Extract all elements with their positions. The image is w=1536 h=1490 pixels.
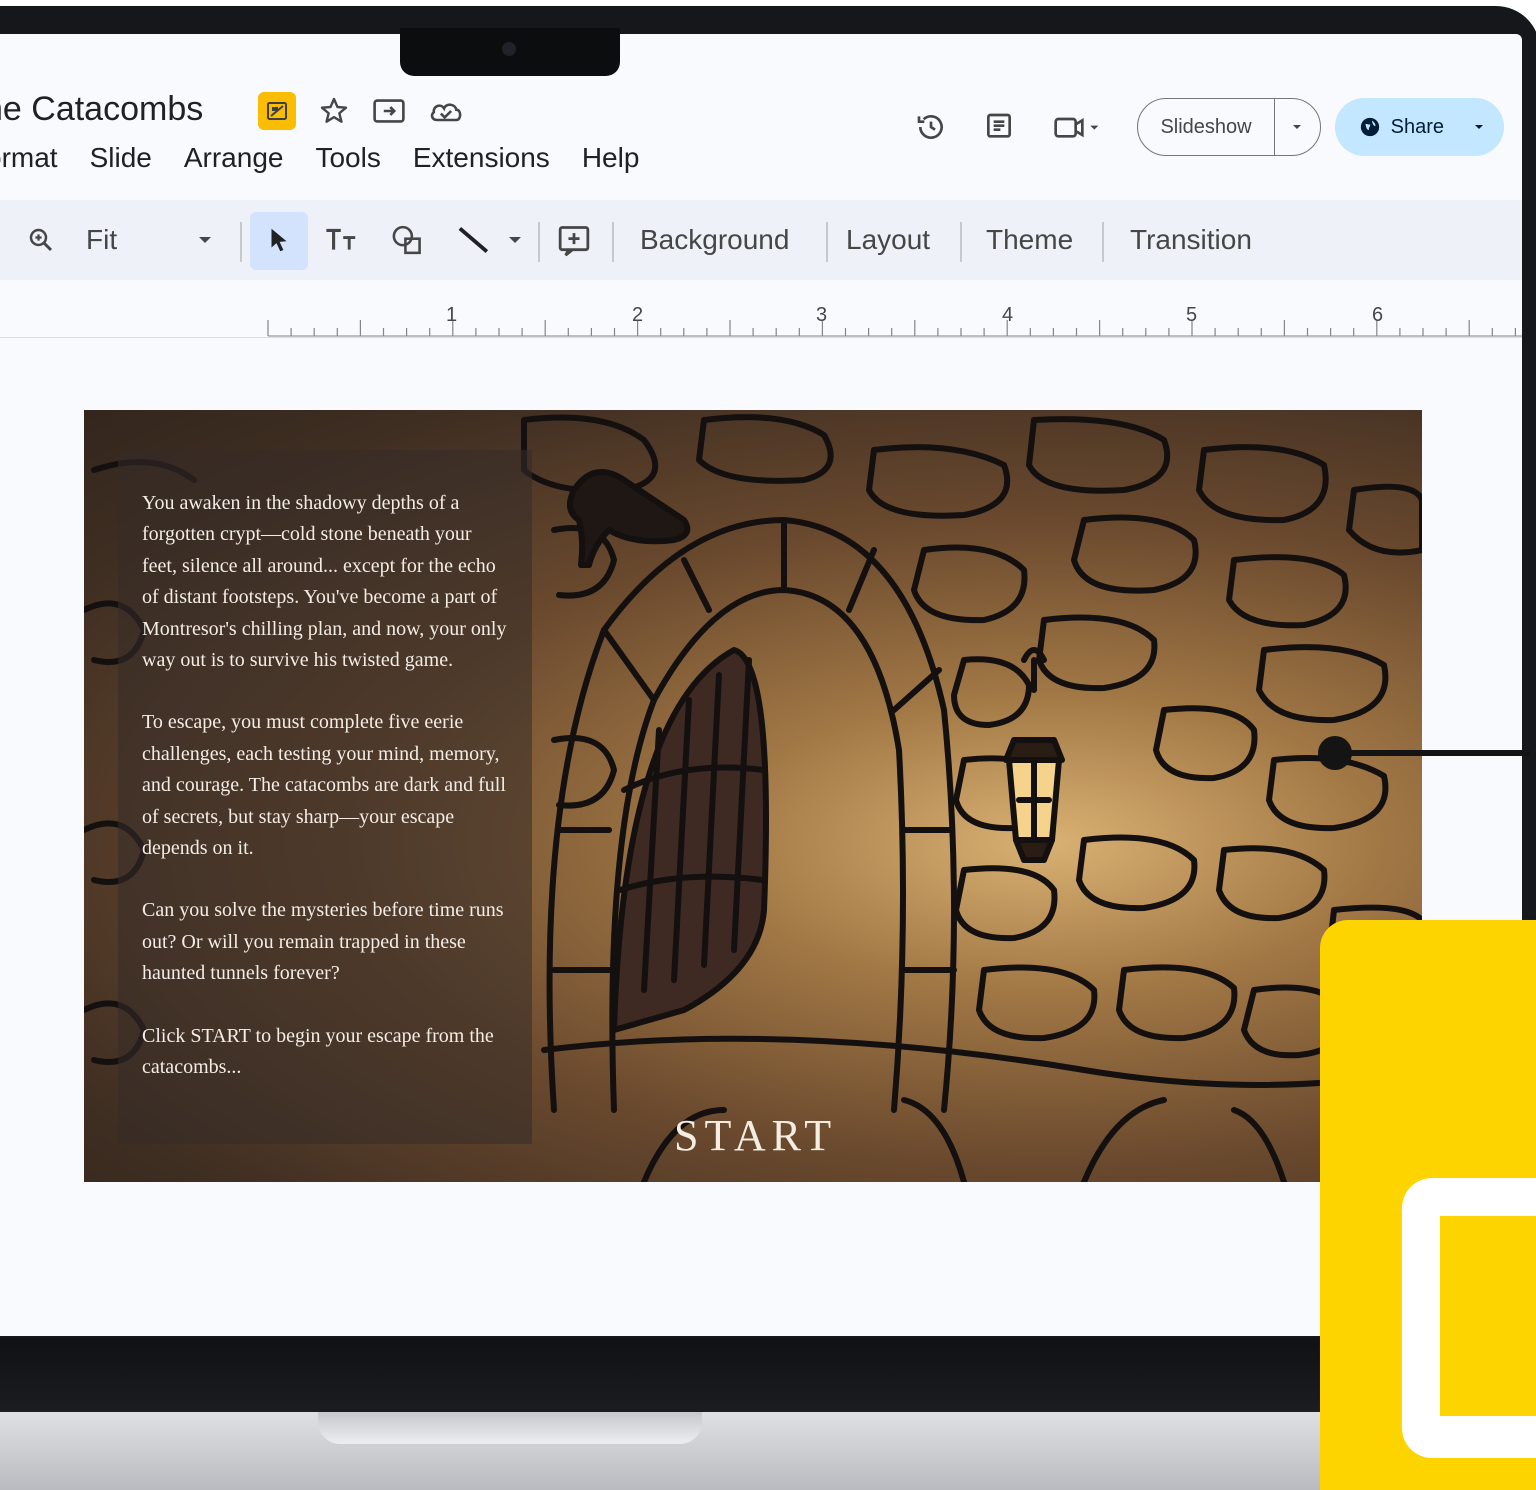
line-icon[interactable] <box>456 200 492 280</box>
comments-icon[interactable] <box>983 111 1015 143</box>
text-box-icon[interactable] <box>324 200 360 280</box>
story-paragraph: Can you solve the mysteries before time … <box>142 899 504 985</box>
story-paragraph: Click START to begin your escape from th… <box>142 1024 494 1079</box>
slideshow-button[interactable]: Slideshow <box>1137 98 1321 156</box>
version-history-icon[interactable] <box>915 111 947 143</box>
laptop-base <box>0 1412 1536 1490</box>
slide-canvas[interactable]: You awaken in the shadowy depths of a fo… <box>84 410 1422 1182</box>
move-to-folder-icon[interactable] <box>372 96 406 126</box>
menu-bar: ormat Slide Arrange Tools Extensions Hel… <box>0 142 639 174</box>
zoom-icon[interactable] <box>26 200 56 280</box>
slides-logo-inner <box>1440 1216 1536 1416</box>
chevron-down-icon[interactable] <box>506 200 524 280</box>
theme-button[interactable]: Theme <box>986 200 1073 280</box>
slideshow-label: Slideshow <box>1160 115 1252 138</box>
ruler-ticks <box>267 320 1522 337</box>
menu-format[interactable]: ormat <box>0 142 58 174</box>
select-cursor-icon[interactable] <box>264 200 294 280</box>
ruler-mark: 5 <box>1186 304 1198 326</box>
ruler-mark: 2 <box>632 304 644 326</box>
start-button[interactable]: START <box>674 1110 837 1161</box>
slides-move-icon[interactable] <box>258 92 296 130</box>
chevron-down-icon[interactable] <box>196 200 214 280</box>
add-comment-icon[interactable] <box>556 200 592 280</box>
transition-button[interactable]: Transition <box>1130 200 1252 280</box>
app-screen: he Catacombs ormat Slide Arrange Tools E… <box>0 34 1522 1336</box>
zoom-select[interactable]: Fit <box>86 200 117 280</box>
globe-icon <box>1359 116 1381 138</box>
callout-line <box>1340 750 1530 756</box>
header-icon-group <box>915 111 1103 143</box>
toolbar-divider <box>612 222 614 262</box>
menu-slide[interactable]: Slide <box>90 142 152 174</box>
camera-lens <box>502 42 516 56</box>
ruler-mark: 4 <box>1002 304 1014 326</box>
toolbar-divider <box>826 222 828 262</box>
share-label: Share <box>1390 115 1444 138</box>
camera-notch <box>400 28 620 76</box>
menu-extensions[interactable]: Extensions <box>413 142 550 174</box>
menu-arrange[interactable]: Arrange <box>184 142 284 174</box>
layout-button[interactable]: Layout <box>846 200 930 280</box>
chevron-down-icon[interactable] <box>1273 99 1320 155</box>
meet-camera-icon[interactable] <box>1051 111 1103 143</box>
ruler-mark: 3 <box>816 304 828 326</box>
ruler-mark: 1 <box>446 304 458 326</box>
laptop-hinge <box>0 1338 1536 1416</box>
story-paragraph: To escape, you must complete five eerie … <box>142 711 506 860</box>
toolbar: Fit Background Layout Theme Transition <box>0 200 1522 280</box>
document-title[interactable]: he Catacombs <box>0 90 203 129</box>
horizontal-ruler[interactable]: 1 2 3 4 5 6 <box>0 284 1522 338</box>
toolbar-divider <box>240 222 242 262</box>
toolbar-divider <box>1102 222 1104 262</box>
chevron-down-icon[interactable] <box>1472 122 1486 132</box>
story-paragraph: You awaken in the shadowy depths of a fo… <box>142 492 507 672</box>
shape-icon[interactable] <box>390 200 426 280</box>
header-actions: Slideshow Share <box>915 98 1504 156</box>
story-text[interactable]: You awaken in the shadowy depths of a fo… <box>142 488 508 1115</box>
toolbar-divider <box>960 222 962 262</box>
cloud-saved-icon[interactable] <box>428 97 464 125</box>
menu-help[interactable]: Help <box>582 142 640 174</box>
ruler-mark: 6 <box>1372 304 1384 326</box>
background-button[interactable]: Background <box>640 200 789 280</box>
share-button[interactable]: Share <box>1334 98 1504 156</box>
toolbar-divider <box>538 222 540 262</box>
laptop-base-notch <box>318 1412 702 1444</box>
menu-tools[interactable]: Tools <box>315 142 380 174</box>
star-icon[interactable] <box>318 95 350 127</box>
title-icons <box>258 92 464 130</box>
